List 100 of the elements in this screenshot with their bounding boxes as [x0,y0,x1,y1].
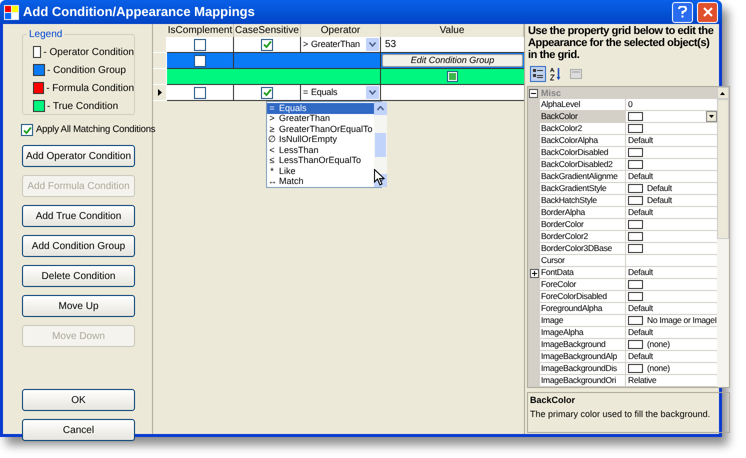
property-name[interactable]: BackColor [540,111,626,123]
property-value[interactable] [626,123,717,135]
checkbox[interactable] [21,124,33,136]
help-button[interactable] [672,2,693,22]
categorized-icon [533,69,543,79]
property-name[interactable]: BackGradientAlignme [540,171,626,183]
dropdown-option[interactable]: ∅ IsNullOrEmpty [267,134,374,145]
property-value[interactable]: Default [626,267,717,279]
property-name[interactable]: BackGradientStyle [540,183,626,195]
checkbox[interactable] [194,86,206,98]
dropdown-option[interactable]: = Equals [267,103,374,114]
property-value[interactable] [626,279,717,291]
property-value[interactable]: Default [626,195,717,207]
expand-icon[interactable] [530,268,538,278]
dialog-button[interactable]: Add True Condition [22,205,135,227]
dropdown-option[interactable]: ≥ GreaterThanOrEqualTo [267,124,374,134]
property-value[interactable]: Default [626,327,717,339]
property-name[interactable]: ForeColorDisabled [540,291,626,303]
property-name[interactable]: BorderAlpha [540,207,626,219]
property-value[interactable]: Default [626,171,717,183]
sort-alphabetical-icon[interactable] [550,67,562,81]
checkbox[interactable] [194,54,206,66]
value-cell[interactable] [381,85,524,101]
scrollbar[interactable] [716,87,729,387]
property-name[interactable]: ImageBackgroundDis [540,363,626,375]
property-name[interactable]: BorderColor [540,219,626,231]
checkbox[interactable] [447,71,458,82]
property-value[interactable] [626,111,717,123]
property-name[interactable]: BorderColor2 [540,231,626,243]
property-name[interactable]: Image [540,315,626,327]
edit-condition-group-button[interactable]: Edit Condition Group [382,54,523,67]
operator-symbol: > [303,38,309,51]
color-swatch [628,232,643,241]
dialog-button[interactable]: Add Condition Group [22,235,135,257]
property-name[interactable]: BorderColor3DBase [540,243,626,255]
dropdown-option[interactable]: ↔ Match [267,176,374,187]
property-value[interactable]: (none) [626,363,717,375]
dropdown-button[interactable] [706,111,717,122]
property-name[interactable]: ImageBackground [540,339,626,351]
property-name[interactable]: BackColorDisabled2 [540,159,626,171]
dropdown-option[interactable]: < LessThan [267,145,374,156]
dropdown-option[interactable]: ≤ LessThanOrEqualTo [267,156,374,166]
property-value[interactable]: Default [626,135,717,147]
checkbox[interactable] [194,38,206,50]
question-mark-icon [678,6,687,18]
value-cell[interactable]: 53 [381,37,524,53]
category-header: Misc [541,88,562,98]
dialog-button[interactable]: Add Operator Condition [22,145,135,167]
property-value[interactable]: Default [626,207,717,219]
checkbox[interactable] [261,86,273,98]
property-name[interactable]: FontData [540,267,626,279]
dropdown-option[interactable]: * Like [267,166,374,176]
property-name[interactable]: BackHatchStyle [540,195,626,207]
column-header[interactable]: CaseSensitive [234,24,301,37]
column-header[interactable]: IsComplement [167,24,234,37]
property-name[interactable]: ForeColor [540,279,626,291]
property-value[interactable]: Relative [626,375,717,387]
legend-label: - True Condition [47,100,118,114]
property-name[interactable]: BackColorAlpha [540,135,626,147]
property-name[interactable]: ForegroundAlpha [540,303,626,315]
window-title: Add Condition/Appearance Mappings [23,3,256,22]
property-value[interactable] [626,243,717,255]
property-name[interactable]: ImageAlpha [540,327,626,339]
property-name[interactable]: ImageBackgroundAlp [540,351,626,363]
collapse-icon[interactable] [529,88,538,98]
operator-dropdown[interactable]: > GreaterThan [301,37,381,53]
property-name[interactable]: AlphaLevel [540,99,626,111]
checkbox[interactable] [261,38,273,50]
row-header[interactable] [153,85,167,101]
property-value[interactable]: No Image or ImageI [626,315,717,327]
dialog-button[interactable]: Cancel [22,419,135,441]
property-value[interactable]: Default [626,303,717,315]
property-value[interactable] [626,147,717,159]
property-name[interactable]: BackColorDisabled [540,147,626,159]
scrollbar[interactable] [374,102,387,187]
property-name[interactable]: ImageBackgroundOri [540,375,626,387]
categorized-view-button[interactable] [530,66,546,82]
legend-label: - Formula Condition [46,82,134,96]
dropdown-option[interactable]: > GreaterThan [267,114,374,124]
dialog-button[interactable]: Move Up [22,295,135,317]
scroll-thumb[interactable] [374,132,386,156]
dialog-button[interactable]: Delete Condition [22,265,135,287]
property-value[interactable] [626,291,717,303]
property-name[interactable]: Cursor [540,255,626,267]
property-value[interactable] [626,219,717,231]
dialog-button[interactable]: OK [22,389,135,411]
close-button[interactable] [697,2,718,22]
scroll-up-button[interactable] [716,87,729,99]
property-value[interactable]: (none) [626,339,717,351]
property-value[interactable]: 0 [626,99,717,111]
property-name[interactable]: BackColor2 [540,123,626,135]
apply-all-checkbox[interactable]: Apply All Matching Conditions [21,124,156,136]
property-value[interactable] [626,159,717,171]
property-value[interactable]: Default [626,183,717,195]
property-value[interactable]: Default [626,351,717,363]
instructions-text: Use the property grid below to edit the Appearance for the selected object(s) in the grid. [527,24,714,61]
color-swatch [628,364,643,373]
operator-dropdown[interactable]: = Equals [301,85,381,101]
scroll-thumb[interactable] [716,99,729,239]
property-value[interactable] [626,231,717,243]
